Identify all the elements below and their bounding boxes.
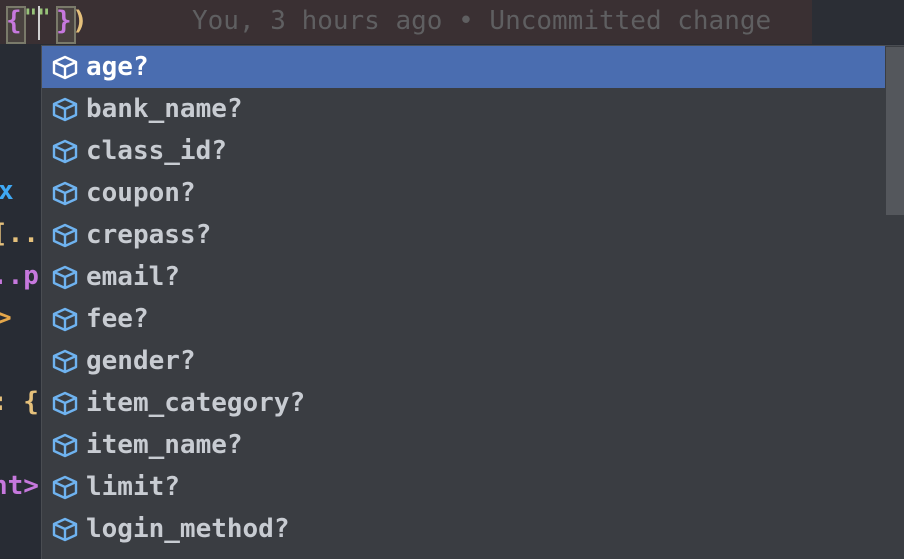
completion-item[interactable]: item_name? xyxy=(42,424,885,466)
property-cube-icon xyxy=(42,382,88,424)
property-cube-icon xyxy=(42,214,88,256)
completion-item-label: email? xyxy=(86,262,180,292)
property-cube-icon xyxy=(42,466,88,508)
property-cube-icon xyxy=(42,340,88,382)
completion-item-label: fee? xyxy=(86,304,149,334)
property-cube-icon xyxy=(42,172,88,214)
property-cube-icon xyxy=(42,298,88,340)
completion-item[interactable]: item_category? xyxy=(42,382,885,424)
code-fragment: x xyxy=(0,176,14,206)
code-fragment: ..p xyxy=(0,261,39,291)
code-fragment: > xyxy=(0,303,12,333)
open-brace: { xyxy=(6,6,22,36)
property-cube-icon xyxy=(42,424,88,466)
completion-item[interactable]: limit? xyxy=(42,466,885,508)
completion-item-label: gender? xyxy=(86,346,196,376)
popup-scrollbar[interactable] xyxy=(885,46,904,559)
property-cube-icon xyxy=(42,508,88,550)
property-cube-icon xyxy=(42,88,88,130)
completion-item-label: login_method? xyxy=(86,514,290,544)
completion-item[interactable]: age? xyxy=(42,46,885,88)
code-fragment: nt> xyxy=(0,471,39,501)
code-fragment: : { xyxy=(0,387,39,417)
completion-item-label: coupon? xyxy=(86,178,196,208)
property-cube-icon xyxy=(42,46,88,88)
autocomplete-popup[interactable]: age? bank_name? class_id? coupon? crepass? em… xyxy=(41,45,904,559)
completion-item[interactable]: crepass? xyxy=(42,214,885,256)
code-fragment: [.. xyxy=(0,219,39,249)
property-cube-icon xyxy=(42,256,88,298)
text-caret xyxy=(38,6,40,40)
close-brace: } xyxy=(56,6,72,36)
completion-item-label: item_category? xyxy=(86,388,306,418)
completion-item-label: crepass? xyxy=(86,220,212,250)
completion-item-label: class_id? xyxy=(86,136,227,166)
completion-item[interactable]: fee? xyxy=(42,298,885,340)
close-paren: ) xyxy=(72,6,88,36)
completion-item[interactable]: email? xyxy=(42,256,885,298)
completion-item[interactable]: gender? xyxy=(42,340,885,382)
completion-item-label: bank_name? xyxy=(86,94,243,124)
popup-scrollbar-thumb[interactable] xyxy=(886,47,904,215)
completion-item[interactable]: class_id? xyxy=(42,130,885,172)
completion-item[interactable]: bank_name? xyxy=(42,88,885,130)
git-blame-annotation: You, 3 hours ago • Uncommitted change xyxy=(192,6,772,36)
completion-item[interactable]: coupon? xyxy=(42,172,885,214)
property-cube-icon xyxy=(42,130,88,172)
editor-right-margin xyxy=(812,0,904,44)
completion-item-label: age? xyxy=(86,52,149,82)
completion-item[interactable]: login_method? xyxy=(42,508,885,550)
completion-item-label: item_name? xyxy=(86,430,243,460)
completion-item-label: limit? xyxy=(86,472,180,502)
